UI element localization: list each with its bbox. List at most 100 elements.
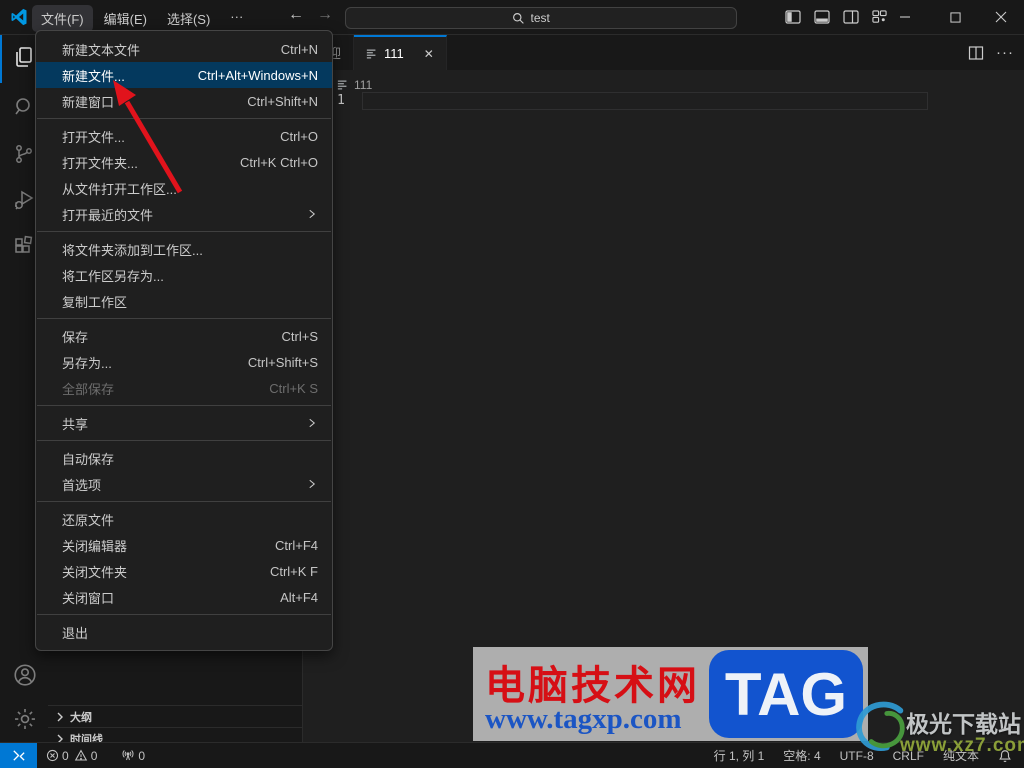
tab-close-icon[interactable]: ✕ (424, 47, 434, 61)
sidebar-section-timeline[interactable]: 时间线 (48, 727, 302, 742)
menubar-item[interactable]: ··· (221, 5, 252, 32)
menu-item-shortcut: Ctrl+Shift+S (247, 354, 318, 370)
tab-label: 111 (384, 46, 404, 61)
menu-item-label: 将工作区另存为... (62, 268, 164, 284)
window-maximize-button[interactable] (938, 0, 972, 34)
banner-url: www.tagxp.com (485, 703, 682, 735)
menu-separator (37, 405, 331, 406)
search-input[interactable] (530, 11, 571, 25)
chevron-right-icon (52, 731, 68, 742)
statusbar-item[interactable]: UTF-8 (840, 749, 874, 763)
menu-item-label: 打开最近的文件 (62, 207, 154, 223)
layout-controls (785, 9, 887, 25)
menu-item[interactable]: 新建文件... Ctrl+Alt+Windows+N (36, 62, 332, 88)
source-control-icon[interactable] (12, 142, 36, 166)
menu-separator (37, 318, 331, 319)
menu-item[interactable]: 关闭文件夹 Ctrl+K F (36, 558, 332, 584)
menu-item-label: 全部保存 (62, 381, 115, 397)
notifications-bell-icon[interactable] (998, 749, 1012, 763)
banner-tag-badge: TAG (709, 650, 863, 738)
menu-item-shortcut: Ctrl+Shift+N (247, 93, 318, 109)
menubar: 文件(F) 编辑(E) 选择(S) ··· (32, 5, 252, 32)
statusbar-item[interactable]: 空格: 4 (783, 747, 820, 764)
menu-item[interactable]: 另存为... Ctrl+Shift+S (36, 349, 332, 375)
menu-item[interactable]: 打开最近的文件 (36, 201, 332, 227)
menu-item[interactable]: 打开文件... Ctrl+O (36, 123, 332, 149)
remote-indicator[interactable] (0, 743, 37, 768)
extensions-icon[interactable] (12, 235, 36, 259)
menu-item[interactable]: 新建文本文件 Ctrl+N (36, 36, 332, 62)
menu-item[interactable]: 关闭窗口 Alt+F4 (36, 584, 332, 610)
menu-item-shortcut: Alt+F4 (280, 589, 318, 605)
menubar-item[interactable]: 编辑(E) (95, 5, 156, 32)
menu-item-shortcut: Ctrl+K S (269, 380, 318, 396)
menu-item[interactable]: 将工作区另存为... (36, 262, 332, 288)
warning-count: 0 (90, 748, 98, 763)
command-center-search[interactable] (345, 7, 737, 29)
menu-item-label: 复制工作区 (62, 294, 128, 310)
menu-item-label: 退出 (62, 625, 89, 641)
nav-forward-icon[interactable]: → (314, 6, 336, 24)
sidebar-section-outline[interactable]: 大纲 (48, 705, 302, 727)
menu-separator (37, 440, 331, 441)
menu-item[interactable]: 退出 (36, 619, 332, 645)
sidebar-section-label: 时间线 (70, 733, 103, 743)
menu-item-label: 打开文件夹... (62, 155, 138, 171)
menu-item[interactable]: 首选项 (36, 471, 332, 497)
customize-layout-icon[interactable] (872, 9, 887, 25)
menu-separator (37, 614, 331, 615)
editor-actions: ··· (968, 35, 1014, 70)
menu-item[interactable]: 复制工作区 (36, 288, 332, 314)
menu-item-shortcut: Ctrl+K F (269, 563, 318, 579)
menu-item[interactable]: 保存 Ctrl+S (36, 323, 332, 349)
menu-item[interactable]: 关闭编辑器 Ctrl+F4 (36, 532, 332, 558)
menu-item-label: 关闭窗口 (62, 590, 115, 606)
menu-item[interactable]: 还原文件 (36, 506, 332, 532)
explorer-icon[interactable] (12, 45, 36, 69)
menu-item[interactable]: 自动保存 (36, 445, 332, 471)
toggle-sidebar-icon[interactable] (785, 9, 801, 25)
menu-item-shortcut: Ctrl+F4 (275, 537, 318, 553)
settings-gear-icon[interactable] (12, 706, 36, 730)
menu-item[interactable]: 将文件夹添加到工作区... (36, 236, 332, 262)
submenu-chevron-icon (306, 478, 318, 490)
menu-item[interactable]: 新建窗口 Ctrl+Shift+N (36, 88, 332, 114)
menu-item[interactable]: 共享 (36, 410, 332, 436)
run-debug-icon[interactable] (12, 188, 36, 212)
statusbar-item[interactable]: 行 1, 列 1 (714, 747, 765, 764)
menu-item-label: 另存为... (62, 355, 112, 371)
file-menu-dropdown: 新建文本文件 Ctrl+N 新建文件... Ctrl+Alt+Windows+N 新建窗… (35, 30, 333, 651)
menu-item[interactable]: 从文件打开工作区... (36, 175, 332, 201)
submenu-chevron-icon (306, 417, 318, 429)
toggle-panel-icon[interactable] (814, 9, 830, 25)
tab-bar: 欢迎111✕ (303, 35, 1024, 70)
problems-status[interactable]: 0 0 0 (46, 749, 145, 763)
menu-item-shortcut: Ctrl+O (280, 128, 318, 144)
menu-item: 全部保存 Ctrl+K S (36, 375, 332, 401)
toggle-secondary-sidebar-icon[interactable] (843, 9, 859, 25)
menu-item-shortcut: Ctrl+N (280, 41, 318, 57)
menu-item-label: 共享 (62, 416, 89, 432)
menubar-item[interactable]: 选择(S) (158, 5, 219, 32)
nav-back-icon[interactable]: ← (285, 6, 307, 24)
menu-item[interactable]: 打开文件夹... Ctrl+K Ctrl+O (36, 149, 332, 175)
menubar-item[interactable]: 文件(F) (32, 5, 93, 32)
editor-content[interactable]: 1 (303, 92, 1024, 111)
statusbar-item[interactable]: 纯文本 (943, 747, 979, 764)
window-minimize-button[interactable] (888, 0, 922, 34)
more-actions-icon[interactable]: ··· (996, 44, 1014, 61)
ports-status[interactable]: 0 (121, 749, 145, 763)
search-view-icon[interactable] (12, 95, 36, 119)
window-close-button[interactable] (984, 0, 1018, 34)
statusbar-item[interactable]: CRLF (893, 749, 924, 763)
menu-separator (37, 118, 331, 119)
menu-separator (37, 231, 331, 232)
split-editor-icon[interactable] (968, 45, 984, 61)
accounts-icon[interactable] (12, 662, 36, 686)
menu-item-label: 打开文件... (62, 129, 125, 145)
menu-item-label: 关闭编辑器 (62, 538, 128, 554)
menu-item-label: 保存 (62, 329, 89, 345)
radio-tower-icon (121, 749, 135, 762)
submenu-chevron-icon (306, 208, 318, 220)
tab-111[interactable]: 111 ✕ (354, 35, 447, 70)
